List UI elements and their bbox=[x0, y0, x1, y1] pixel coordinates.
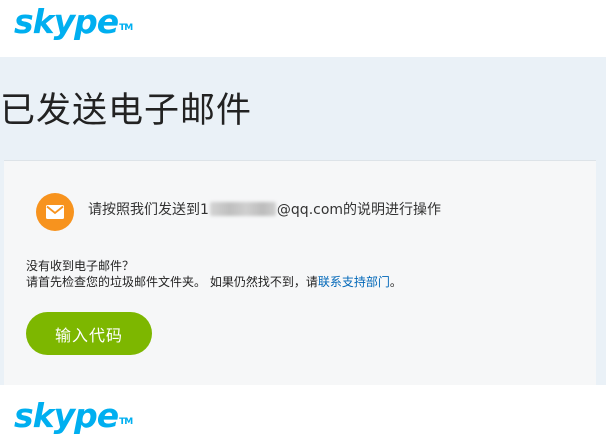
help-end: 。 bbox=[389, 275, 402, 289]
help-text: 请首先检查您的垃圾邮件文件夹。 如果仍然找不到，请联系支持部门。 bbox=[26, 275, 402, 290]
envelope-icon bbox=[36, 193, 74, 231]
page-title: 已发送电子邮件 bbox=[0, 91, 253, 131]
skype-logo-bottom: skypeTM bbox=[14, 396, 133, 435]
email-suffix: @qq.com bbox=[276, 202, 344, 218]
no-email-question: 没有收到电子邮件？ bbox=[26, 259, 135, 273]
instruction-suffix: 的说明进行操作 bbox=[343, 202, 442, 218]
email-masked-char: 1 bbox=[200, 202, 209, 218]
instruction-prefix: 请按照我们发送到 bbox=[88, 202, 200, 218]
enter-code-button[interactable]: 输入代码 bbox=[26, 312, 152, 355]
contact-support-link[interactable]: 联系支持部门 bbox=[318, 275, 390, 289]
skype-logo-top: skypeTM bbox=[14, 2, 133, 41]
help-advice: 请首先检查您的垃圾邮件文件夹。 如果仍然找不到，请 bbox=[26, 275, 318, 289]
email-redacted bbox=[209, 202, 276, 216]
instruction-text: 请按照我们发送到1 @qq.com的说明进行操作 bbox=[88, 201, 441, 219]
